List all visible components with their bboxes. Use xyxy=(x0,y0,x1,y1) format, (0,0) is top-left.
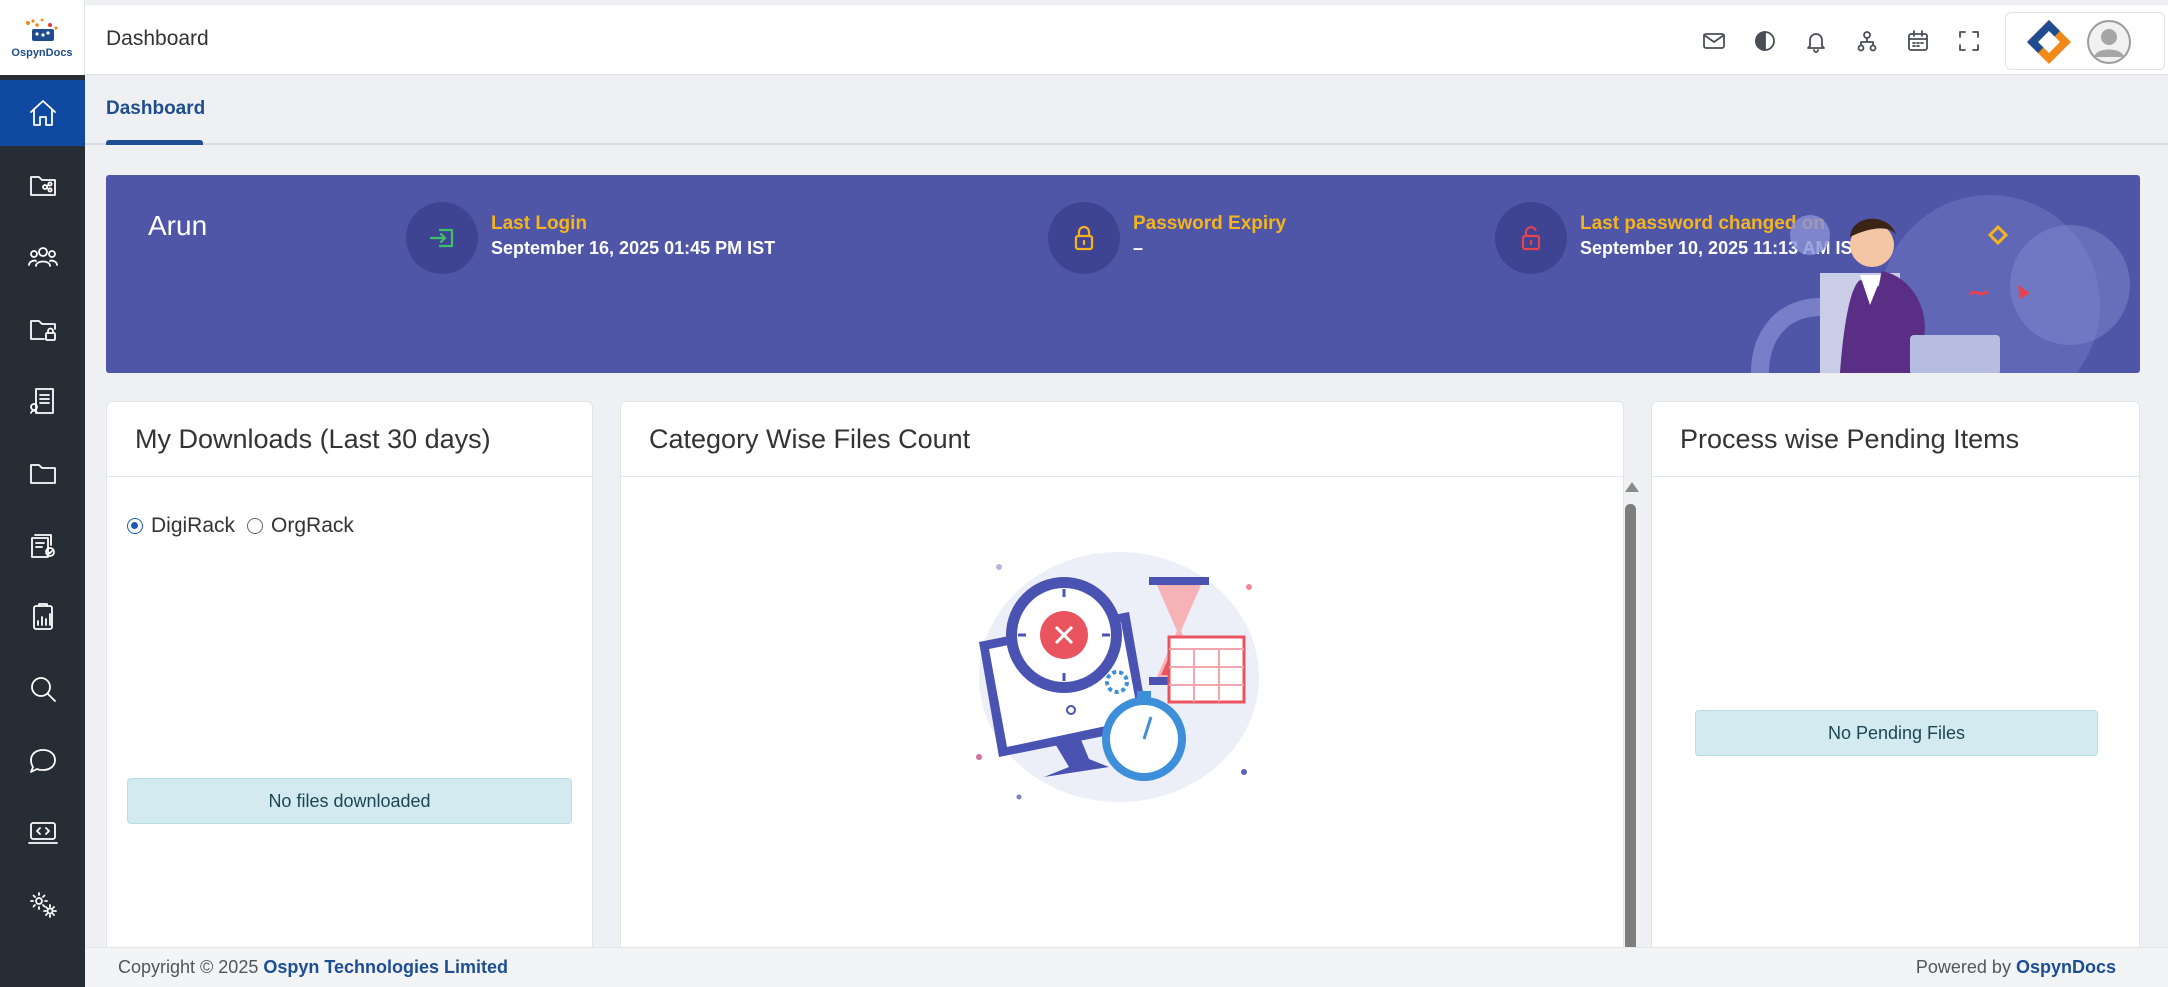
copyright-prefix: Copyright © 2025 xyxy=(118,957,259,977)
sidebar-item-folder[interactable] xyxy=(0,440,85,506)
scroll-up-arrow-icon[interactable] xyxy=(1625,482,1639,492)
calendar-button[interactable] xyxy=(1903,26,1933,56)
settings-icon xyxy=(29,892,57,918)
last-login-value: September 16, 2025 01:45 PM IST xyxy=(491,238,776,258)
shared-folder-icon xyxy=(29,176,56,196)
category-card-title: Category Wise Files Count xyxy=(649,424,971,454)
sidebar-item-settings[interactable] xyxy=(0,872,85,938)
mail-button[interactable] xyxy=(1699,26,1729,56)
sidebar-item-search[interactable] xyxy=(0,656,85,722)
code-screen-icon xyxy=(27,822,58,844)
user-illustration xyxy=(1751,195,2130,373)
password-expiry-value: – xyxy=(1133,238,1144,258)
profile-area[interactable] xyxy=(2005,12,2165,70)
brand-diamond-icon xyxy=(2027,20,2071,64)
pending-items-card: Process wise Pending Items No Pending Fi… xyxy=(1651,401,2140,961)
sidebar-item-approvals[interactable] xyxy=(0,512,85,578)
downloads-card-title: My Downloads (Last 30 days) xyxy=(135,424,491,454)
login-icon-badge xyxy=(406,202,478,274)
company-link[interactable]: Ospyn Technologies Limited xyxy=(263,957,508,977)
home-icon xyxy=(29,100,56,126)
password-expiry-label: Password Expiry xyxy=(1133,213,1287,234)
sidebar: OspynDocs xyxy=(0,0,85,987)
orgrack-label[interactable]: OrgRack xyxy=(271,514,354,538)
tab-dashboard[interactable]: Dashboard xyxy=(106,98,205,120)
user-info-banner: Arun Last Login September 16, 2025 01:45… xyxy=(106,175,2140,373)
orgrack-radio[interactable] xyxy=(247,518,264,534)
sidebar-item-reports[interactable] xyxy=(0,584,85,650)
sidebar-item-users[interactable] xyxy=(0,224,85,290)
document-icon xyxy=(29,388,54,414)
notifications-button[interactable] xyxy=(1801,26,1831,56)
lock-icon xyxy=(1074,225,1094,251)
user-name: Arun xyxy=(148,210,208,241)
sidebar-item-locked-folder[interactable] xyxy=(0,296,85,362)
top-header: Dashboard xyxy=(85,5,2168,75)
bell-icon xyxy=(1807,33,1825,53)
org-hierarchy-icon xyxy=(1857,31,1877,52)
approval-docs-icon xyxy=(30,534,55,558)
last-login-label: Last Login xyxy=(491,213,588,234)
fullscreen-icon xyxy=(1959,31,1979,51)
category-scrollbar[interactable] xyxy=(1623,480,1639,960)
password-changed-icon-badge xyxy=(1495,202,1567,274)
theme-toggle-button[interactable] xyxy=(1750,26,1780,56)
users-icon xyxy=(27,247,58,267)
theme-contrast-icon xyxy=(1755,31,1775,51)
powered-prefix: Powered by xyxy=(1915,957,2011,977)
page-title: Dashboard xyxy=(106,27,209,50)
password-expiry-icon-badge xyxy=(1048,202,1120,274)
sidebar-item-home[interactable] xyxy=(0,80,85,146)
app-name: OspynDocs xyxy=(11,46,73,59)
card-divider xyxy=(1652,476,2139,477)
sidebar-item-chat[interactable] xyxy=(0,728,85,794)
login-icon xyxy=(429,228,454,248)
chat-icon xyxy=(29,749,56,773)
sidebar-item-documents[interactable] xyxy=(0,368,85,434)
copyright: Copyright © 2025 Ospyn Technologies Limi… xyxy=(118,957,508,978)
unlock-icon xyxy=(1521,226,1541,251)
avatar[interactable] xyxy=(2086,19,2132,65)
org-hierarchy-button[interactable] xyxy=(1852,26,1882,56)
powered-by: Powered by OspynDocs xyxy=(1916,957,2116,978)
scroll-thumb[interactable] xyxy=(1625,504,1636,960)
logo-mark-icon xyxy=(26,18,58,41)
calendar-icon xyxy=(1908,30,1928,51)
tab-strip: Dashboard xyxy=(85,76,2168,145)
app-logo[interactable]: OspynDocs xyxy=(0,0,85,75)
rack-options: DigiRack OrgRack xyxy=(127,514,354,538)
category-files-card: Category Wise Files Count xyxy=(620,401,1639,961)
footer: Copyright © 2025 Ospyn Technologies Limi… xyxy=(85,947,2168,987)
card-divider xyxy=(621,476,1623,477)
pending-card-title: Process wise Pending Items xyxy=(1680,424,2020,454)
digirack-radio[interactable] xyxy=(127,518,143,534)
brand-link[interactable]: OspynDocs xyxy=(2016,957,2116,977)
mail-icon xyxy=(1703,33,1725,49)
no-downloads-message: No files downloaded xyxy=(127,778,572,824)
sidebar-item-code-screen[interactable] xyxy=(0,800,85,866)
fullscreen-button[interactable] xyxy=(1954,26,1984,56)
downloads-card: My Downloads (Last 30 days) DigiRack Org… xyxy=(106,401,593,961)
folder-icon xyxy=(29,464,56,484)
search-icon xyxy=(30,677,56,702)
report-icon xyxy=(32,603,53,630)
no-pending-message: No Pending Files xyxy=(1695,710,2098,756)
locked-folder-icon xyxy=(29,320,56,341)
card-divider xyxy=(107,476,592,477)
sidebar-item-shared-folder[interactable] xyxy=(0,152,85,218)
no-data-illustration xyxy=(976,552,1259,802)
active-tab-indicator xyxy=(106,140,203,145)
digirack-label[interactable]: DigiRack xyxy=(151,514,235,538)
